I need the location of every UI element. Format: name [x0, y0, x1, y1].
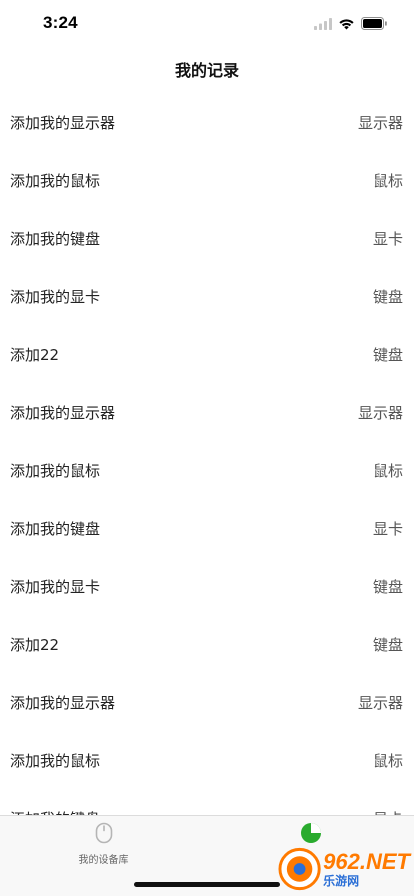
tab-label: 我的设备库 [78, 855, 129, 866]
list-item[interactable]: 添加我的键盘 显卡 [0, 789, 414, 816]
mouse-icon [95, 822, 113, 848]
home-indicator [134, 882, 280, 887]
record-type: 键盘 [372, 345, 403, 364]
signal-icon [314, 15, 332, 34]
battery-icon [361, 15, 388, 34]
record-title: 添加我的鼠标 [10, 461, 101, 480]
record-title: 添加我的显示器 [10, 113, 116, 132]
status-bar: 3:24 [0, 0, 414, 44]
list-item[interactable]: 添加我的显示器 显示器 [0, 673, 414, 731]
list-item[interactable]: 添加我的显示器 显示器 [0, 93, 414, 151]
tab-my-devices[interactable]: 我的设备库 [0, 822, 207, 872]
record-type: 鼠标 [372, 171, 403, 190]
record-title: 添加我的鼠标 [10, 171, 101, 190]
wifi-icon [338, 15, 355, 34]
pie-chart-icon [300, 822, 322, 848]
list-item[interactable]: 添加22 键盘 [0, 615, 414, 673]
record-title: 添加我的鼠标 [10, 751, 101, 770]
list-item[interactable]: 添加我的显卡 键盘 [0, 557, 414, 615]
record-type: 键盘 [372, 577, 403, 596]
record-type: 显示器 [357, 113, 403, 132]
record-type: 键盘 [372, 635, 403, 654]
record-title: 添加我的显示器 [10, 693, 116, 712]
list-item[interactable]: 添加我的鼠标 鼠标 [0, 441, 414, 499]
page-title: 我的记录 [174, 61, 239, 80]
list-item[interactable]: 添加我的键盘 显卡 [0, 209, 414, 267]
status-icons [314, 15, 388, 34]
list-item[interactable]: 添加22 键盘 [0, 325, 414, 383]
record-type: 鼠标 [372, 751, 403, 770]
record-title: 添加我的键盘 [10, 519, 101, 538]
record-type: 键盘 [372, 287, 403, 306]
record-title: 添加22 [10, 635, 60, 654]
record-type: 显卡 [373, 808, 403, 816]
list-item[interactable]: 添加我的键盘 显卡 [0, 499, 414, 557]
record-title: 添加22 [10, 345, 60, 364]
record-title: 添加我的显卡 [10, 287, 101, 306]
record-title: 添加我的显卡 [10, 577, 101, 596]
watermark-badge-icon [278, 847, 321, 891]
record-list[interactable]: 添加我的显示器 显示器 添加我的鼠标 鼠标 添加我的键盘 显卡 添加我的显卡 键盘 添加22 键盘… [0, 93, 414, 816]
list-item[interactable]: 添加我的显卡 键盘 [0, 267, 414, 325]
watermark-logo: 962.NET 乐游网 [278, 846, 410, 892]
list-item[interactable]: 添加我的鼠标 鼠标 [0, 731, 414, 789]
status-time: 3:24 [43, 13, 78, 32]
record-type: 鼠标 [372, 461, 403, 480]
list-item[interactable]: 添加我的鼠标 鼠标 [0, 151, 414, 209]
record-title: 添加我的键盘 [10, 808, 100, 816]
record-type: 显示器 [357, 693, 403, 712]
list-item[interactable]: 添加我的显示器 显示器 [0, 383, 414, 441]
watermark-main: 962.NET [323, 849, 410, 874]
record-type: 显卡 [372, 519, 403, 538]
nav-bar: 我的记录 [0, 44, 414, 92]
record-type: 显卡 [372, 229, 403, 248]
record-type: 显示器 [357, 403, 403, 422]
record-title: 添加我的显示器 [10, 403, 116, 422]
watermark-sub: 乐游网 [323, 874, 360, 888]
record-title: 添加我的键盘 [10, 229, 101, 248]
